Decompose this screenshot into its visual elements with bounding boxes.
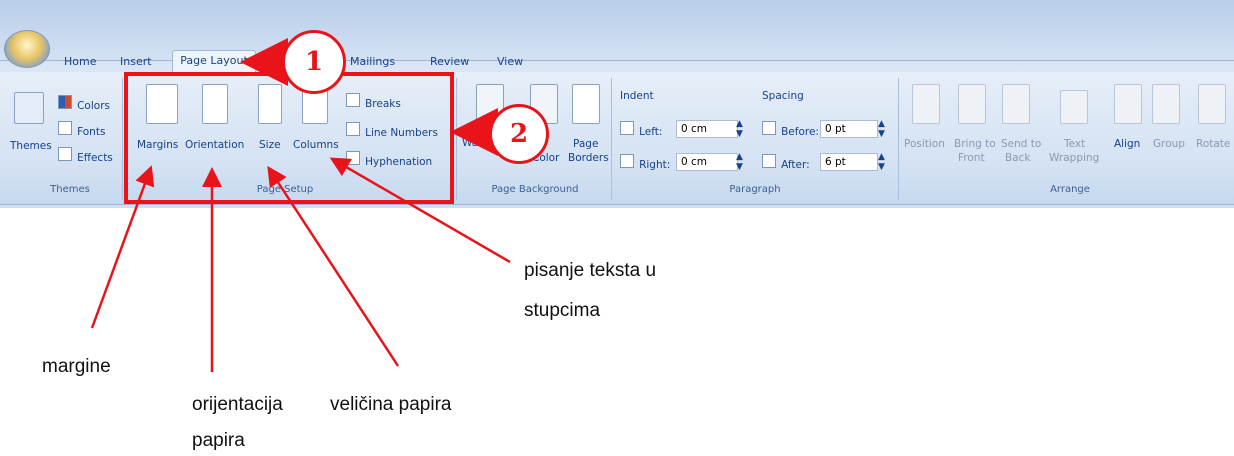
annotation-orientation-line1: orijentacija: [192, 394, 283, 415]
annotation-columns-line2: stupcima: [524, 300, 601, 321]
annotation-arrows: [90, 38, 511, 372]
step-1-marker: 1: [282, 30, 346, 94]
annotation-margine: margine: [42, 356, 111, 377]
annotation-columns-line1: pisanje teksta u: [524, 260, 657, 281]
arrow-stupci: [329, 157, 511, 264]
arrow-margine: [90, 165, 155, 329]
annotation-orientation-line2: papira: [192, 430, 245, 451]
step-2-marker: 2: [489, 104, 549, 164]
arrow-velicina: [267, 165, 400, 367]
annotation-velicina: veličina papira: [330, 394, 452, 415]
